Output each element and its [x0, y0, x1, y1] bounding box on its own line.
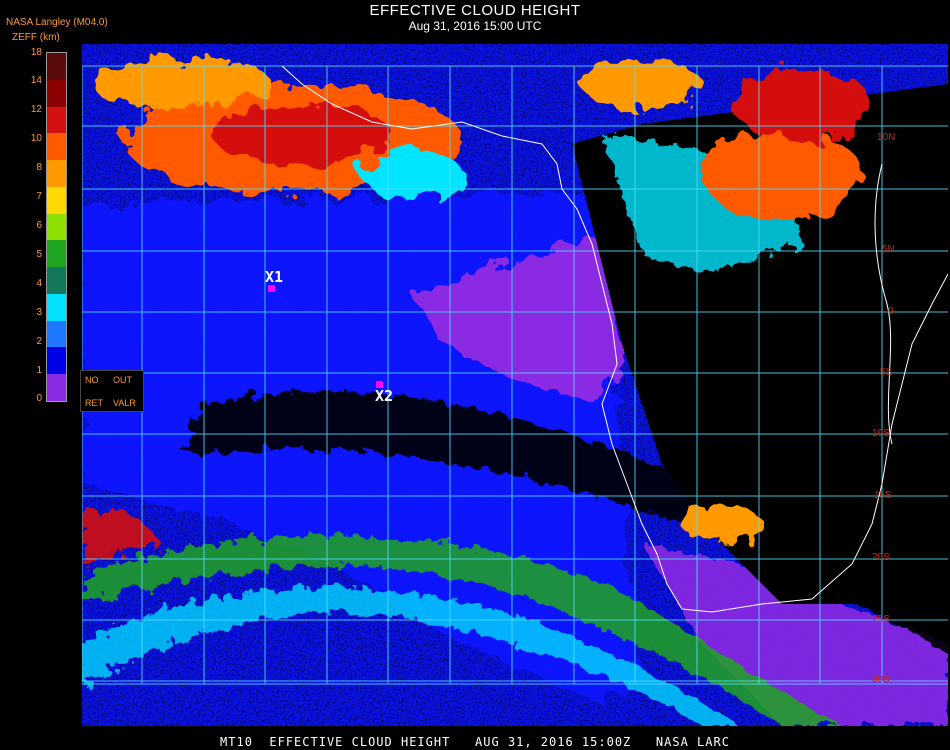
- grid-label: 15S: [874, 490, 892, 501]
- colorbar-tick: 7: [36, 191, 42, 202]
- colorbar-segment: [47, 53, 66, 80]
- colorbar-tick: 6: [36, 220, 42, 231]
- colorbar-segment: [47, 79, 66, 107]
- marker-x2-dot[interactable]: [376, 381, 383, 388]
- retrieval-legend: NO OUT RET VALR: [80, 370, 144, 412]
- colorbar-tick: 18: [30, 47, 42, 58]
- grid-label: 5S: [880, 367, 893, 378]
- colorbar-segment: [47, 374, 66, 401]
- grid-label: 30S: [872, 674, 890, 685]
- colorbar-segment: [47, 160, 66, 187]
- footer-caption: MT10 EFFECTIVE CLOUD HEIGHT AUG 31, 2016…: [220, 735, 730, 749]
- colorbar-tick: 8: [36, 162, 42, 173]
- grid-label: 5N: [882, 244, 895, 255]
- marker-x1-dot[interactable]: [268, 285, 275, 292]
- colorbar-segment: [47, 213, 66, 241]
- colorbar-segment: [47, 240, 66, 268]
- grid-label: 10S: [872, 428, 890, 439]
- unit-label: ZEFF (km): [12, 32, 60, 43]
- colorbar-segment: [47, 347, 66, 375]
- grid-label: 20S: [872, 552, 890, 563]
- colorbar-segment: [47, 133, 66, 161]
- colorbar-tick: 5: [36, 249, 42, 260]
- colorbar-tick: 14: [30, 75, 42, 86]
- legend-ret: RET: [85, 398, 103, 408]
- grid-label: 10N: [877, 132, 896, 143]
- map-subtitle: Aug 31, 2016 15:00 UTC: [408, 19, 542, 33]
- colorbar-tick: 2: [36, 336, 42, 347]
- colorbar: [46, 52, 67, 402]
- colorbar-tick: 0: [36, 393, 42, 404]
- map-canvas: [82, 44, 948, 726]
- marker-x1-label: X1: [265, 268, 284, 286]
- legend-valr: VALR: [113, 398, 136, 408]
- colorbar-segment: [47, 320, 66, 348]
- colorbar-segment: [47, 186, 66, 214]
- colorbar-tick: 3: [36, 307, 42, 318]
- colorbar-segment: [47, 267, 66, 294]
- colorbar-tick: 1: [36, 365, 42, 376]
- org-label: NASA Langley (M04.0): [6, 17, 108, 28]
- colorbar-tick: 12: [30, 104, 42, 115]
- legend-no: NO: [85, 375, 99, 385]
- colorbar-segment: [47, 106, 66, 134]
- legend-out: OUT: [113, 375, 132, 385]
- grid-label: 0: [888, 306, 894, 317]
- colorbar-segment: [47, 293, 66, 321]
- grid-label: 25S: [872, 614, 890, 625]
- map-title: EFFECTIVE CLOUD HEIGHT: [369, 2, 581, 19]
- cloud-height-map[interactable]: 10N 5N 0 5S 10S 15S 20S 25S 30S X1 X2: [82, 44, 948, 726]
- marker-x2-label: X2: [375, 387, 394, 405]
- colorbar-tick: 10: [30, 133, 42, 144]
- colorbar-tick: 4: [36, 278, 42, 289]
